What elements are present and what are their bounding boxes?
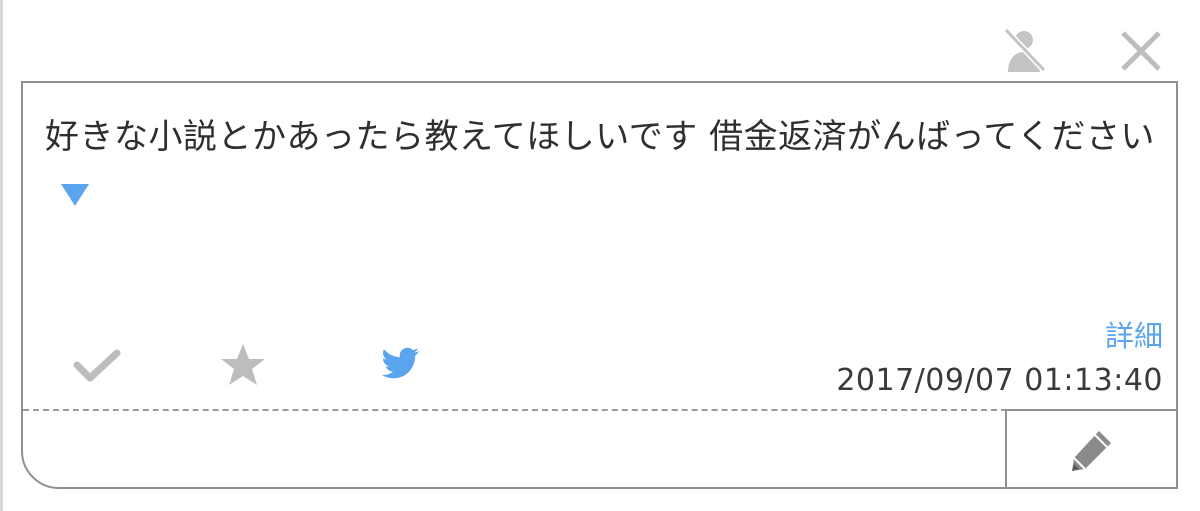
message-body: 好きな小説とかあったら教えてほしいです 借金返済がんばってください [45,109,1155,221]
star-icon[interactable] [219,341,267,389]
pencil-icon [1072,431,1111,471]
twitter-bird-icon[interactable] [381,345,421,381]
edit-button[interactable] [1005,409,1176,487]
timestamp: 2017/09/07 01:13:40 [836,363,1163,398]
triangle-down-icon[interactable] [61,184,89,206]
block-user-icon[interactable] [1000,26,1048,74]
check-icon[interactable] [73,347,121,385]
details-link[interactable]: 詳細 [1105,313,1163,355]
reply-area[interactable] [23,411,1005,487]
close-icon[interactable] [1118,28,1164,74]
message-text: 好きな小説とかあったら教えてほしいです 借金返済がんばってください [45,117,1155,157]
message-card: 好きな小説とかあったら教えてほしいです 借金返済がんばってください 詳細 201… [21,81,1178,489]
left-edge-border [0,0,3,511]
